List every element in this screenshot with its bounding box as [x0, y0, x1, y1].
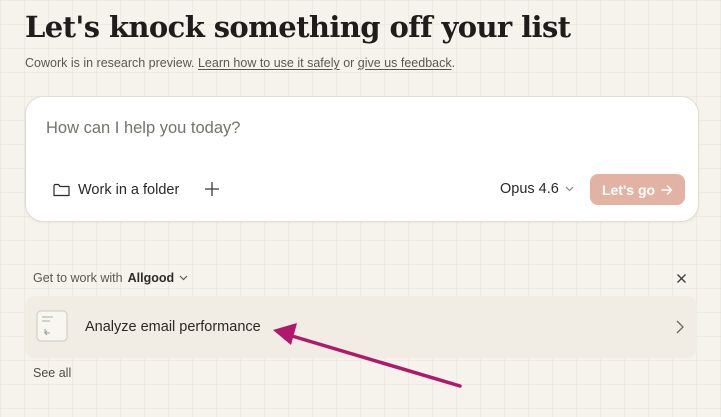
notice-period: . — [451, 56, 456, 70]
notice-text: Cowork is in research preview. — [25, 56, 198, 70]
page-title: Let's knock something off your list — [25, 10, 571, 44]
prompt-composer: Work in a folder Opus 4.6 Let's go — [25, 96, 699, 222]
work-in-folder-label: Work in a folder — [78, 182, 180, 198]
chevron-right-icon — [676, 320, 684, 334]
arrow-right-icon — [661, 184, 673, 195]
prompt-input[interactable] — [46, 119, 646, 138]
suggestion-label: Analyze email performance — [85, 319, 261, 335]
add-button[interactable] — [203, 180, 221, 198]
dismiss-button[interactable] — [675, 272, 688, 285]
document-icon — [36, 310, 68, 342]
work-in-folder-button[interactable]: Work in a folder — [53, 179, 179, 201]
plus-icon — [205, 182, 219, 196]
chevron-down-icon — [179, 275, 188, 281]
preview-notice: Cowork is in research preview. Learn how… — [25, 56, 455, 70]
folder-icon — [53, 183, 70, 197]
notice-or: or — [339, 56, 358, 70]
close-icon — [677, 274, 686, 283]
feedback-link[interactable]: give us feedback — [358, 56, 452, 70]
chevron-down-icon — [565, 186, 574, 192]
work-with-prefix: Get to work with — [33, 271, 123, 285]
model-selector[interactable]: Opus 4.6 — [500, 181, 574, 197]
see-all-link[interactable]: See all — [33, 366, 71, 380]
suggestion-card[interactable]: Analyze email performance — [25, 296, 697, 358]
work-with-dropdown[interactable]: Get to work with Allgood — [33, 271, 188, 285]
work-with-brand: Allgood — [127, 271, 175, 285]
lets-go-button[interactable]: Let's go — [590, 174, 685, 205]
learn-safely-link[interactable]: Learn how to use it safely — [198, 56, 340, 70]
model-label: Opus 4.6 — [500, 181, 559, 197]
lets-go-label: Let's go — [601, 181, 656, 198]
